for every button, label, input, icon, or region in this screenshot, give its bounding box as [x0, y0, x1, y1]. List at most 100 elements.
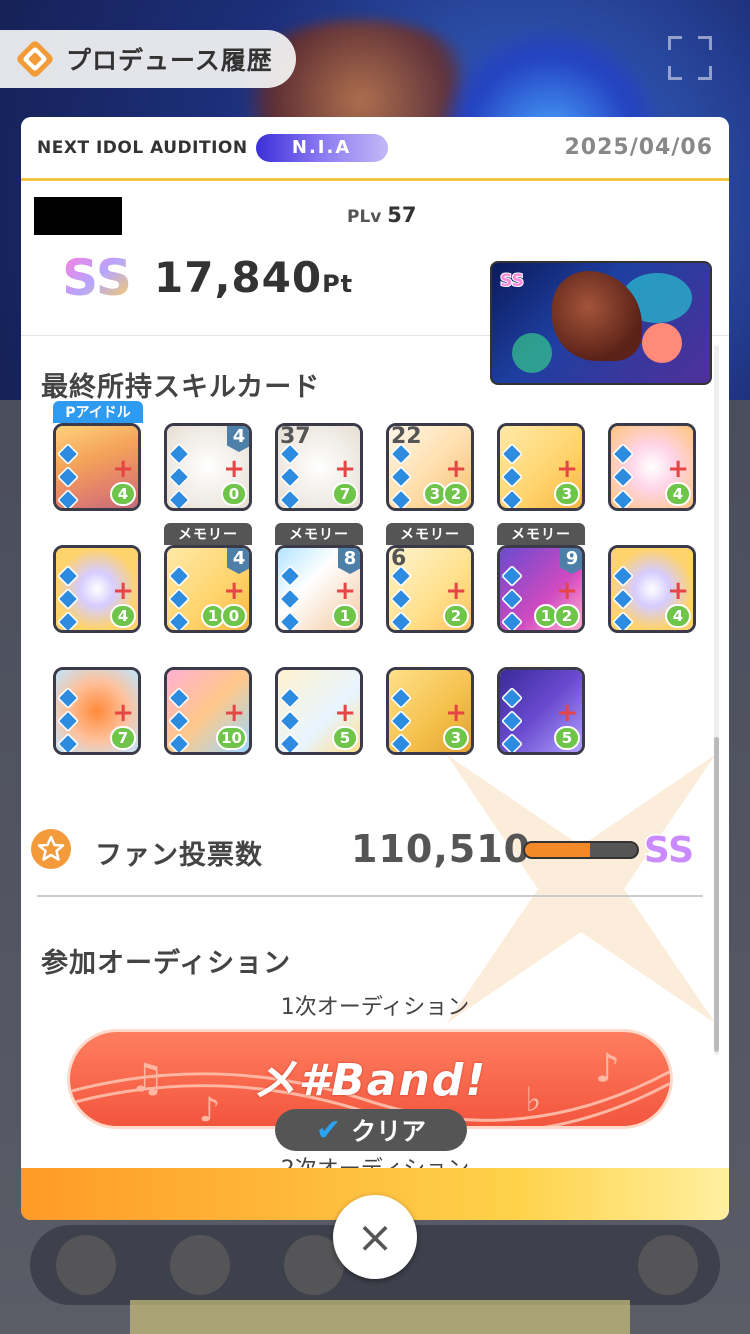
effect-icons — [278, 564, 302, 630]
audition-banner-title: メ#Band! — [252, 1055, 488, 1106]
card-cost: 2 — [443, 604, 469, 628]
scroll-content[interactable]: 最終所持スキルカード Pアイドル +4 +4 0 +37 7 +22 3 2 +3 +4 +4 メモリー… — [21, 339, 729, 1169]
skill-card[interactable]: +3 — [497, 423, 585, 511]
producer-name-redacted — [34, 197, 122, 235]
enhanced-icon: + — [112, 454, 134, 484]
enhanced-icon: + — [556, 454, 578, 484]
effect-icons — [56, 442, 80, 508]
skill-card[interactable]: +37 7 — [275, 423, 363, 511]
skill-card[interactable]: +4 — [608, 423, 696, 511]
memory-tag: メモリー — [497, 523, 585, 545]
scrollbar-thumb[interactable] — [714, 737, 719, 1052]
effect-icons — [500, 686, 524, 752]
memory-tag: メモリー — [275, 523, 363, 545]
clear-status-badge: ✔ クリア — [275, 1109, 467, 1151]
skill-cards-title: 最終所持スキルカード — [41, 372, 321, 403]
enhanced-icon: + — [223, 454, 245, 484]
effect-icons — [56, 564, 80, 630]
menu-icon — [638, 1235, 698, 1295]
card-cost: 10 — [216, 726, 247, 750]
rank-ss-icon: SS — [642, 829, 695, 872]
enhanced-icon: + — [556, 698, 578, 728]
effect-icons — [167, 442, 191, 508]
divider — [37, 895, 703, 897]
close-icon: × — [356, 1211, 394, 1263]
card-count: 37 — [280, 424, 311, 449]
effect-icons — [389, 686, 413, 752]
page-title: プロデュース履歴 — [66, 46, 273, 75]
effect-icons — [278, 686, 302, 752]
modal-header: NEXT IDOL AUDITION N.I.A 2025/04/06 — [21, 117, 729, 181]
star-icon — [31, 829, 71, 869]
fan-progress-bar — [523, 841, 639, 859]
enhanced-icon: + — [334, 576, 356, 606]
skill-card[interactable]: +4 — [53, 423, 141, 511]
enhanced-icon: + — [445, 698, 467, 728]
bottom-banner — [130, 1300, 630, 1334]
enhanced-icon: + — [112, 698, 134, 728]
effect-icons — [56, 686, 80, 752]
skill-card[interactable]: +9 1 2 — [497, 545, 585, 633]
p-idol-tag: Pアイドル — [53, 401, 143, 423]
card-cost: 4 — [110, 482, 136, 506]
skill-card[interactable]: +4 — [53, 545, 141, 633]
card-cost: 7 — [332, 482, 358, 506]
card-cost: 4 — [110, 604, 136, 628]
producer-level: PLv 57 — [347, 203, 417, 227]
enhanced-icon: + — [223, 576, 245, 606]
fan-progress-fill — [525, 843, 590, 857]
card-count: 22 — [391, 424, 422, 449]
round2-label: 2次オーディション — [21, 1151, 729, 1169]
rank-ss-icon: SS — [61, 248, 134, 309]
card-cost: 4 — [665, 482, 691, 506]
round1-label: 1次オーディション — [280, 995, 470, 1020]
skill-card[interactable]: +7 — [53, 667, 141, 755]
auditions-title: 参加オーディション — [41, 948, 292, 979]
skill-card[interactable]: +5 — [497, 667, 585, 755]
home-icon — [56, 1235, 116, 1295]
audition-badge: N.I.A — [255, 133, 388, 162]
skill-card[interactable]: +4 0 — [164, 423, 252, 511]
skill-card[interactable]: +4 1 0 — [164, 545, 252, 633]
enhanced-icon: + — [223, 698, 245, 728]
effect-icons — [167, 564, 191, 630]
fan-votes-value: 110,510 — [351, 827, 532, 871]
effect-icons — [389, 564, 413, 630]
skill-card[interactable]: +8 1 — [275, 545, 363, 633]
card-cost: 0 — [221, 482, 247, 506]
skill-card[interactable]: +22 3 2 — [386, 423, 474, 511]
summary: PLv 57 SS 17,840Pt SS — [21, 181, 729, 385]
audition-name: NEXT IDOL AUDITION — [37, 137, 248, 158]
enhanced-icon: + — [334, 454, 356, 484]
enhanced-icon: + — [667, 576, 689, 606]
card-cost: 3 — [554, 482, 580, 506]
skill-card[interactable]: +6 2 — [386, 545, 474, 633]
effect-icons — [611, 564, 635, 630]
card-cost: 0 — [221, 604, 247, 628]
rank-ss-icon: SS — [499, 270, 525, 291]
skill-card[interactable]: +5 — [275, 667, 363, 755]
check-icon: ✔ — [315, 1112, 342, 1148]
card-cost: 7 — [110, 726, 136, 750]
svg-text:SS: SS — [644, 830, 694, 871]
enhanced-icon: + — [556, 576, 578, 606]
card-cost: 5 — [332, 726, 358, 750]
effect-icons — [500, 564, 524, 630]
skill-card[interactable]: +3 — [386, 667, 474, 755]
memory-tag: メモリー — [164, 523, 252, 545]
history-tab: プロデュース履歴 — [0, 30, 296, 88]
svg-text:SS: SS — [500, 271, 524, 291]
skill-card[interactable]: +4 — [608, 545, 696, 633]
produce-history-icon — [17, 41, 53, 77]
enhanced-icon: + — [445, 454, 467, 484]
enhanced-icon: + — [445, 576, 467, 606]
card-cost: 4 — [665, 604, 691, 628]
score: 17,840Pt — [154, 253, 354, 302]
card-cost: 5 — [554, 726, 580, 750]
skill-card[interactable]: +10 — [164, 667, 252, 755]
fan-votes-label: ファン投票数 — [95, 840, 263, 871]
fan-votes-row: ファン投票数 110,510 SS — [31, 819, 711, 879]
close-button[interactable]: × — [333, 1195, 417, 1279]
card-cost: 3 — [443, 726, 469, 750]
effect-icons — [278, 442, 302, 508]
